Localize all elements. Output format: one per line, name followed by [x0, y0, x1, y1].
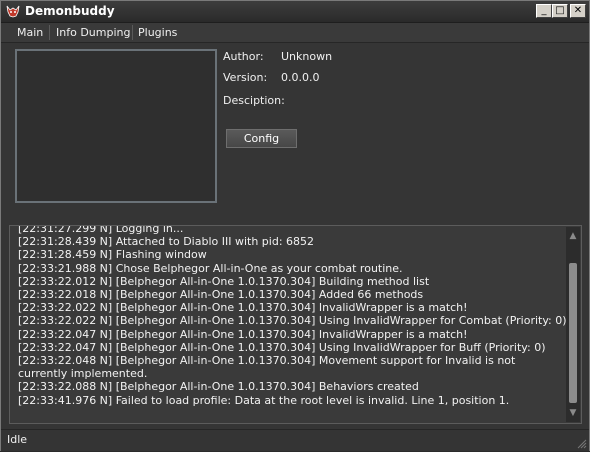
scroll-down-arrow-icon[interactable]: ▼ [566, 406, 580, 420]
log-line: [22:33:22.088 N] [Belphegor All-in-One 1… [18, 380, 419, 394]
log-output[interactable]: [22:31:27.299 N] Logging in... [22:31:28… [9, 225, 582, 424]
menu-separator [132, 25, 133, 40]
description-label: Desciption: [223, 94, 285, 107]
maximize-button[interactable]: □ [552, 4, 568, 18]
demon-icon [6, 5, 20, 18]
menu-item-plugins[interactable]: Plugins [138, 26, 177, 39]
author-label: Author: [223, 50, 264, 63]
menu-item-info-dumping[interactable]: Info Dumping [56, 26, 130, 39]
log-line: [22:31:27.299 N] Logging in... [18, 225, 184, 235]
log-line: [22:31:28.439 N] Attached to Diablo III … [18, 235, 315, 249]
log-line: [22:33:22.022 N] [Belphegor All-in-One 1… [18, 314, 567, 328]
minimize-button[interactable]: _ [536, 4, 552, 18]
version-value: 0.0.0.0 [281, 71, 320, 84]
main-window: Demonbuddy _ □ ✕ Main Info Dumping Plugi… [0, 0, 590, 451]
log-line: [22:31:28.459 N] Flashing window [18, 248, 207, 262]
title-bar[interactable]: Demonbuddy _ □ ✕ [1, 1, 589, 23]
status-text: Idle [7, 433, 28, 446]
menu-bar: Main Info Dumping Plugins [1, 23, 589, 43]
version-label: Version: [223, 71, 268, 84]
scroll-thumb[interactable] [569, 263, 577, 403]
status-bar: Idle [1, 429, 589, 451]
log-line: [22:33:41.976 N] Failed to load profile:… [18, 393, 510, 407]
log-lines: [22:31:27.299 N] Logging in... [22:31:28… [18, 225, 567, 407]
config-button[interactable]: Config [226, 129, 297, 148]
menu-separator [49, 25, 50, 40]
log-scrollbar[interactable]: ▲ ▼ [566, 227, 580, 422]
plugin-preview-image [15, 49, 217, 203]
log-line: [22:33:21.988 N] Chose Belphegor All-in-… [18, 261, 403, 275]
log-line: [22:33:22.048 N] [Belphegor All-in-One 1… [18, 354, 516, 381]
window-title: Demonbuddy [25, 4, 115, 18]
log-line: [22:33:22.022 N] [Belphegor All-in-One 1… [18, 301, 468, 315]
log-line: [22:33:22.047 N] [Belphegor All-in-One 1… [18, 327, 468, 341]
close-button[interactable]: ✕ [570, 4, 586, 18]
log-line: [22:33:22.047 N] [Belphegor All-in-One 1… [18, 340, 546, 354]
resize-grip-icon[interactable] [577, 439, 587, 449]
scroll-up-arrow-icon[interactable]: ▲ [566, 229, 580, 243]
author-value: Unknown [281, 50, 333, 63]
log-line: [22:33:22.018 N] [Belphegor All-in-One 1… [18, 288, 424, 302]
menu-item-main[interactable]: Main [17, 26, 43, 39]
log-line: [22:33:22.012 N] [Belphegor All-in-One 1… [18, 274, 430, 288]
